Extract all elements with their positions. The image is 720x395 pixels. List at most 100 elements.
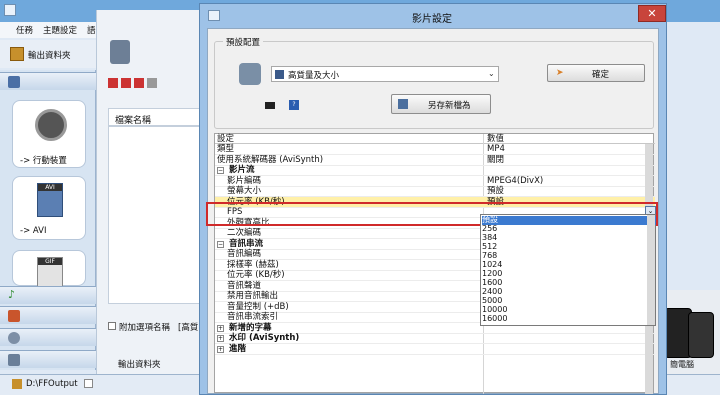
dropdown-option[interactable]: 1200 bbox=[482, 269, 656, 279]
grid-row-label: 位元率 (KB/秒) bbox=[227, 270, 285, 280]
tile-gif[interactable]: GIF bbox=[12, 250, 86, 287]
preset-select-value: 高質量及大小 bbox=[288, 71, 340, 81]
collapse-icon[interactable]: − bbox=[217, 167, 224, 174]
ok-button-label: 確定 bbox=[592, 70, 610, 80]
menu-item-theme[interactable]: 主題設定 bbox=[43, 24, 77, 36]
grid-row[interactable]: + 進階 bbox=[215, 344, 655, 355]
grid-row[interactable]: + 水印 (AviSynth) bbox=[215, 333, 655, 344]
add-option-name-checkbox[interactable] bbox=[108, 322, 116, 330]
grid-row-label: 進階 bbox=[229, 343, 247, 354]
column-value: 數值 bbox=[487, 134, 505, 144]
dropdown-option[interactable]: 16000 bbox=[482, 314, 656, 324]
preset-select[interactable]: 高質量及大小 ⌄ bbox=[271, 66, 499, 82]
avi-badge: AVI bbox=[38, 184, 62, 191]
grid-row[interactable]: 使用系統解碼器 (AviSynth) 關閉 bbox=[215, 155, 655, 166]
dropdown-scrollbar[interactable] bbox=[647, 215, 655, 325]
sidebar-header-picture[interactable] bbox=[0, 306, 96, 324]
clear-icon[interactable] bbox=[121, 78, 131, 88]
remove-icon[interactable] bbox=[108, 78, 118, 88]
sidebar-header-utilities[interactable] bbox=[0, 350, 96, 368]
save-as-button-label: 另存新檔為 bbox=[428, 101, 471, 111]
device-caption: 簡電腦 bbox=[670, 360, 694, 369]
expand-icon[interactable]: + bbox=[217, 345, 224, 353]
column-file-name[interactable]: 檔案名稱 bbox=[115, 116, 151, 126]
grid-row-label: 使用系統解碼器 (AviSynth) bbox=[217, 154, 324, 165]
dropdown-option[interactable]: 512 bbox=[482, 242, 656, 252]
ok-button[interactable]: ➤ 確定 bbox=[547, 64, 645, 82]
tile-mobile-device-label: -> 行動裝置 bbox=[20, 156, 67, 166]
sidebar-header-audio[interactable]: ♪ bbox=[0, 286, 96, 304]
phone-image-2 bbox=[688, 312, 714, 358]
grid-row-label: 水印 (AviSynth) bbox=[229, 333, 300, 343]
close-button[interactable]: ✕ bbox=[638, 5, 666, 22]
dropdown-option[interactable]: 5000 bbox=[482, 296, 656, 306]
grid-row-label: 影片流 bbox=[229, 165, 255, 175]
dropdown-option[interactable]: 1024 bbox=[482, 260, 656, 270]
grid-row-value[interactable]: 預設 bbox=[487, 186, 504, 197]
grid-row[interactable]: 類型 MP4 bbox=[215, 144, 655, 155]
dialog-app-icon bbox=[208, 10, 220, 21]
chevron-down-icon: ⌄ bbox=[488, 69, 495, 78]
save-as-icon bbox=[398, 99, 408, 109]
grid-row[interactable]: 影片編碼 MPEG4(DivX) bbox=[215, 176, 655, 187]
expand-icon[interactable]: + bbox=[217, 324, 224, 332]
preset-profile-icon bbox=[239, 63, 261, 85]
add-option-name-label: 附加選項名稱 bbox=[119, 323, 171, 333]
menu-item-task[interactable]: 任務 bbox=[16, 24, 33, 36]
grid-row-value[interactable]: MP4 bbox=[487, 144, 505, 155]
menu-item-language[interactable]: 語 bbox=[87, 24, 96, 36]
dropdown-option[interactable]: 1600 bbox=[482, 278, 656, 288]
grid-row-value[interactable]: MPEG4(DivX) bbox=[487, 176, 543, 187]
picture-icon bbox=[8, 310, 20, 322]
grid-row[interactable]: 螢幕大小 預設 bbox=[215, 186, 655, 197]
cmd-icon[interactable] bbox=[265, 102, 275, 109]
preset-group: 預設配置 高質量及大小 ⌄ ➤ 確定 ? 另存新檔為 bbox=[214, 36, 654, 129]
task-icon bbox=[110, 40, 130, 64]
expand-icon[interactable]: + bbox=[217, 335, 224, 342]
grid-row-label: 音訊串流 bbox=[229, 238, 264, 249]
folder-icon bbox=[10, 47, 24, 61]
add-option-name-suffix: [高質 bbox=[178, 323, 199, 333]
grid-row-value[interactable]: 關閉 bbox=[487, 155, 504, 166]
grid-row-label: 採樣率 (赫茲) bbox=[227, 259, 279, 270]
grid-row-label: 禁用音訊輸出 bbox=[227, 291, 279, 301]
dropdown-option[interactable]: 384 bbox=[482, 233, 656, 243]
dropdown-option[interactable]: 10000 bbox=[482, 305, 656, 315]
app-toolbar: 輸出資料夾 bbox=[0, 40, 100, 68]
file-list[interactable] bbox=[108, 126, 206, 304]
grid-row-label: 音訊聲道 bbox=[227, 280, 262, 291]
grid-row-label: 新增的字幕 bbox=[229, 322, 272, 333]
dropdown-option[interactable]: 256 bbox=[482, 224, 656, 234]
sidebar-header-rom[interactable] bbox=[0, 328, 96, 346]
column-setting: 設定 bbox=[217, 134, 235, 144]
dropdown-option[interactable]: 768 bbox=[482, 251, 656, 261]
sidebar-header-video[interactable] bbox=[0, 72, 96, 90]
info-icon[interactable] bbox=[147, 78, 157, 88]
status-checkbox[interactable] bbox=[84, 379, 93, 388]
grid-row-label: 音訊編碼 bbox=[227, 249, 262, 259]
dropdown-option[interactable]: 2400 bbox=[482, 287, 656, 297]
dialog-title: 影片設定 bbox=[412, 14, 452, 25]
arrow-right-icon: ➤ bbox=[556, 68, 564, 78]
collapse-icon[interactable]: − bbox=[217, 240, 224, 248]
preset-group-label: 預設配置 bbox=[223, 36, 264, 48]
play-icon[interactable] bbox=[134, 78, 144, 88]
device-preview: 簡電腦 bbox=[660, 290, 720, 374]
grid-row-label: 螢幕大小 bbox=[227, 186, 262, 196]
gif-badge: GIF bbox=[38, 258, 62, 265]
gif-file-icon: GIF bbox=[37, 257, 63, 287]
dropdown-option[interactable]: 預設 bbox=[482, 215, 656, 225]
save-as-button[interactable]: 另存新檔為 bbox=[391, 94, 491, 114]
status-output-path[interactable]: D:\FFOutput bbox=[26, 379, 78, 389]
video-category-icon bbox=[8, 76, 20, 88]
status-folder-icon bbox=[12, 379, 22, 389]
video-settings-dialog: 影片設定 ✕ 預設配置 高質量及大小 ⌄ ➤ 確定 ? 另存新檔為 設定 數值 … bbox=[199, 3, 667, 395]
bitrate-dropdown-list[interactable]: 預設 256 384 512 768 1024 1200 1600 2400 5000 10000 1… bbox=[480, 214, 656, 326]
grid-row-label: 二次編碼 bbox=[227, 228, 262, 238]
help-icon[interactable]: ? bbox=[289, 100, 299, 110]
film-reel-icon bbox=[35, 109, 67, 141]
grid-row[interactable]: − 影片流 bbox=[215, 165, 655, 176]
output-folder-toolbar-button[interactable]: 輸出資料夾 bbox=[28, 49, 71, 61]
app-icon bbox=[4, 4, 16, 16]
grid-row-label: 音訊串流索引 bbox=[227, 312, 279, 322]
